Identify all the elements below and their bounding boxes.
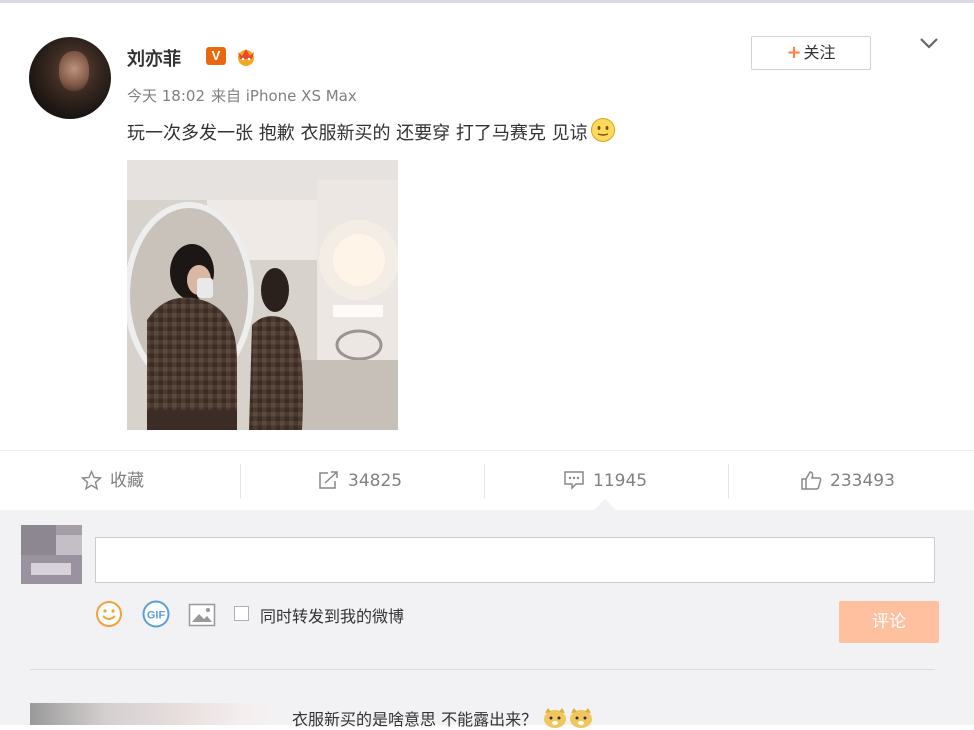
sync-repost-label: 同时转发到我的微博 bbox=[260, 607, 405, 626]
emoji-icon[interactable] bbox=[95, 600, 123, 628]
submit-comment-button[interactable]: 评论 bbox=[839, 601, 939, 643]
verified-badge-icon: V bbox=[206, 47, 226, 65]
sync-repost-checkbox[interactable] bbox=[234, 606, 249, 621]
star-icon bbox=[80, 469, 103, 491]
divider bbox=[484, 464, 485, 498]
comment-text: 衣服新买的是啥意思 不能露出来？ bbox=[292, 706, 594, 730]
doge-icon bbox=[570, 708, 593, 728]
like-action[interactable]: 233493 bbox=[800, 451, 895, 511]
favorite-action[interactable]: 收藏 bbox=[80, 451, 144, 511]
comment-caret bbox=[594, 499, 616, 510]
post-text: 玩一次多发一张 抱歉 衣服新买的 还要穿 打了马赛克 见谅 bbox=[127, 117, 616, 145]
post-source[interactable]: 来自 iPhone XS Max bbox=[211, 87, 357, 105]
comment-list-divider bbox=[30, 669, 935, 670]
author-avatar[interactable] bbox=[29, 37, 111, 119]
post-text-content: 玩一次多发一张 抱歉 衣服新买的 还要穿 打了马赛克 见谅 bbox=[127, 123, 588, 144]
divider bbox=[240, 464, 241, 498]
post-meta: 今天 18:02 来自 iPhone XS Max bbox=[127, 85, 363, 106]
smiley-icon bbox=[590, 118, 615, 142]
comment-icon bbox=[564, 471, 584, 490]
post-actions-bar: 收藏 34825 11945 233493 bbox=[0, 450, 974, 511]
follow-label: 关注 bbox=[803, 43, 836, 62]
author-name[interactable]: 刘亦菲 bbox=[127, 45, 181, 71]
like-count: 233493 bbox=[830, 471, 895, 491]
post-photo[interactable] bbox=[127, 160, 398, 430]
chevron-down-icon[interactable] bbox=[918, 32, 940, 54]
commenter-avatar[interactable] bbox=[30, 703, 280, 725]
repost-action[interactable]: 34825 bbox=[318, 451, 402, 511]
divider bbox=[728, 464, 729, 498]
repost-icon bbox=[319, 471, 338, 489]
follow-button[interactable]: + 关注 bbox=[751, 36, 871, 70]
vip-crown-icon[interactable] bbox=[234, 46, 258, 66]
repost-count: 34825 bbox=[348, 471, 403, 491]
like-icon bbox=[801, 471, 822, 490]
favorite-label: 收藏 bbox=[110, 471, 144, 491]
svg-text:GIF: GIF bbox=[147, 610, 166, 622]
doge-icon bbox=[544, 708, 567, 728]
comment-count: 11945 bbox=[593, 471, 648, 491]
my-avatar[interactable] bbox=[21, 525, 82, 584]
image-icon[interactable] bbox=[188, 603, 216, 627]
comment-input[interactable] bbox=[95, 537, 935, 583]
comment-content: 衣服新买的是啥意思 不能露出来？ bbox=[292, 710, 538, 729]
post-time[interactable]: 今天 18:02 bbox=[127, 87, 205, 105]
gif-icon[interactable]: GIF bbox=[141, 600, 171, 628]
plus-icon: + bbox=[786, 42, 802, 63]
